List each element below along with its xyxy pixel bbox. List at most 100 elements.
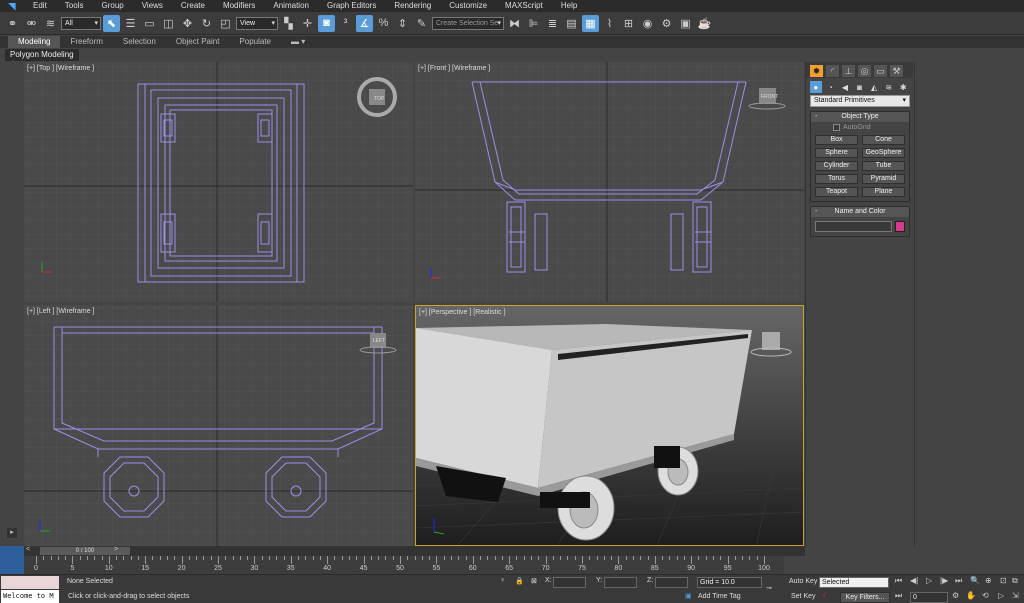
geosphere-button[interactable]: GeoSphere [862, 148, 905, 158]
pivot-center-icon[interactable]: ▚ [280, 15, 297, 32]
move-icon[interactable]: ✥ [179, 15, 196, 32]
bind-spacewarp-icon[interactable]: ≋ [42, 15, 59, 32]
viewport-layout-icon[interactable] [0, 546, 24, 574]
display-tab-icon[interactable]: ▭ [874, 65, 887, 77]
add-time-tag[interactable]: Add Time Tag [698, 593, 741, 600]
curve-editor-icon[interactable]: ⌇ [601, 15, 618, 32]
geometry-icon[interactable]: ● [810, 81, 822, 93]
key-mode-icon[interactable]: ⏭ [895, 591, 902, 601]
y-coord-field[interactable] [604, 577, 637, 588]
selection-filter-dropdown[interactable]: All [61, 16, 101, 30]
cylinder-button[interactable]: Cylinder [815, 161, 858, 171]
scale-icon[interactable]: ◰ [217, 15, 234, 32]
utilities-tab-icon[interactable]: ⚒ [890, 65, 903, 77]
tab-populate[interactable]: Populate [229, 36, 281, 48]
expand-arrow-icon[interactable]: ▸ [7, 528, 17, 538]
snaps-toggle-icon[interactable]: ³ [337, 15, 354, 32]
menu-graph-editors[interactable]: Graph Editors [318, 0, 385, 12]
z-coord-field[interactable] [655, 577, 688, 588]
render-production-icon[interactable]: ☕ [696, 15, 713, 32]
absolute-mode-icon[interactable]: ⊠ [531, 577, 537, 585]
auto-key-button[interactable]: Auto Key [789, 578, 817, 585]
pyramid-button[interactable]: Pyramid [862, 174, 905, 184]
tube-button[interactable]: Tube [862, 161, 905, 171]
object-color-swatch[interactable] [895, 221, 905, 232]
window-crossing-icon[interactable]: ◫ [160, 15, 177, 32]
menu-group[interactable]: Group [92, 0, 132, 12]
key-mode-dropdown[interactable]: Selected [819, 577, 889, 588]
layer-manager-icon[interactable]: ≣ [544, 15, 561, 32]
front-viewcube-label[interactable]: FRONT [761, 94, 778, 100]
rectangular-selection-icon[interactable]: ▭ [141, 15, 158, 32]
shapes-icon[interactable]: ◔ [825, 81, 837, 93]
unlink-icon[interactable]: ⚮ [23, 15, 40, 32]
spacewarps-icon[interactable]: ≋ [883, 81, 895, 93]
tab-selection[interactable]: Selection [113, 36, 166, 48]
rendered-frame-window-icon[interactable]: ▣ [677, 15, 694, 32]
key-icon[interactable]: ⊸ [766, 584, 772, 592]
play-icon[interactable]: ▷ [926, 576, 932, 585]
menu-modifiers[interactable]: Modifiers [214, 0, 264, 12]
go-to-end-icon[interactable]: ⏭ [955, 576, 962, 586]
app-logo-icon[interactable]: ◥ [0, 0, 24, 12]
track-bar[interactable]: 0 5 10 15 20 25 30 35 40 45 50 55 60 65 70 75 80 85 90 95 10… [24, 556, 784, 574]
menu-views[interactable]: Views [133, 0, 172, 12]
object-type-header[interactable]: - Object Type [811, 112, 909, 122]
go-to-start-icon[interactable]: ⏮ [895, 576, 902, 586]
reference-coord-dropdown[interactable]: View [236, 16, 278, 30]
walk-through-icon[interactable]: ⇲ [1012, 591, 1019, 600]
material-editor-icon[interactable]: ◉ [639, 15, 656, 32]
select-object-icon[interactable]: ⬉ [103, 14, 120, 32]
select-by-name-icon[interactable]: ☰ [122, 15, 139, 32]
ribbon-panel-polygon-modeling[interactable]: Polygon Modeling [5, 49, 79, 61]
time-tag-icon[interactable]: ▣ [685, 592, 692, 600]
default-tangent-icon[interactable]: √ [822, 592, 826, 599]
plane-button[interactable]: Plane [862, 187, 905, 197]
next-frame-icon[interactable]: |▶ [940, 576, 948, 585]
select-manipulate-icon[interactable]: ✛ [299, 15, 316, 32]
menu-rendering[interactable]: Rendering [385, 0, 440, 12]
maximize-toggle-icon[interactable]: ⧉ [1012, 576, 1018, 586]
torus-button[interactable]: Torus [815, 174, 858, 184]
modify-tab-icon[interactable]: ◜ [826, 65, 839, 77]
render-setup-icon[interactable]: ⚙ [658, 15, 675, 32]
link-icon[interactable]: ⚭ [4, 15, 21, 32]
autogrid-checkbox[interactable] [833, 124, 840, 131]
name-and-color-header[interactable]: - Name and Color [811, 207, 909, 217]
isolate-selection-icon[interactable]: ♀ [500, 577, 505, 584]
tab-modeling[interactable]: Modeling [8, 36, 61, 48]
top-viewcube-label[interactable]: TOP [374, 96, 385, 102]
x-coord-field[interactable] [553, 577, 586, 588]
align-icon[interactable]: ⊫ [525, 15, 542, 32]
rotate-icon[interactable]: ↻ [198, 15, 215, 32]
edit-named-selection-icon[interactable]: ✎ [413, 15, 430, 32]
angle-snap-icon[interactable]: ∡ [356, 14, 373, 32]
menu-customize[interactable]: Customize [440, 0, 496, 12]
cameras-icon[interactable]: ◙ [854, 81, 866, 93]
zoom-icon[interactable]: 🔍 [970, 576, 980, 585]
viewport-perspective[interactable]: [+] [Perspective ] [Realistic ] [415, 305, 804, 546]
systems-icon[interactable]: ✱ [897, 81, 909, 93]
menu-help[interactable]: Help [552, 0, 586, 12]
teapot-button[interactable]: Teapot [815, 187, 858, 197]
ribbon-options-icon[interactable]: ▬ ▾ [281, 36, 315, 48]
cone-button[interactable]: Cone [862, 135, 905, 145]
tab-object-paint[interactable]: Object Paint [166, 36, 230, 48]
helpers-icon[interactable]: ◭ [868, 81, 880, 93]
hierarchy-tab-icon[interactable]: ⊥ [842, 65, 855, 77]
percent-snap-icon[interactable]: % [375, 15, 392, 32]
current-frame-field[interactable]: 0 [910, 592, 948, 603]
menu-create[interactable]: Create [172, 0, 214, 12]
mirror-icon[interactable]: ⧓ [506, 15, 523, 32]
set-key-button[interactable]: Set Key [791, 593, 816, 600]
pan-icon[interactable]: ✋ [966, 591, 976, 600]
orbit-icon[interactable]: ⟲ [982, 591, 989, 600]
toggle-ribbon-icon[interactable]: ▦ [582, 14, 599, 32]
viewport-perspective-label[interactable]: [+] [Perspective ] [Realistic ] [419, 309, 506, 316]
maxscript-listener[interactable]: Welcome to M [1, 590, 59, 603]
sphere-button[interactable]: Sphere [815, 148, 858, 158]
menu-edit[interactable]: Edit [24, 0, 56, 12]
selection-lock-icon[interactable]: 🔒 [515, 577, 524, 585]
keyboard-shortcut-override-icon[interactable]: ◙ [318, 14, 335, 32]
prev-frame-arrow-icon[interactable]: < [26, 546, 30, 553]
